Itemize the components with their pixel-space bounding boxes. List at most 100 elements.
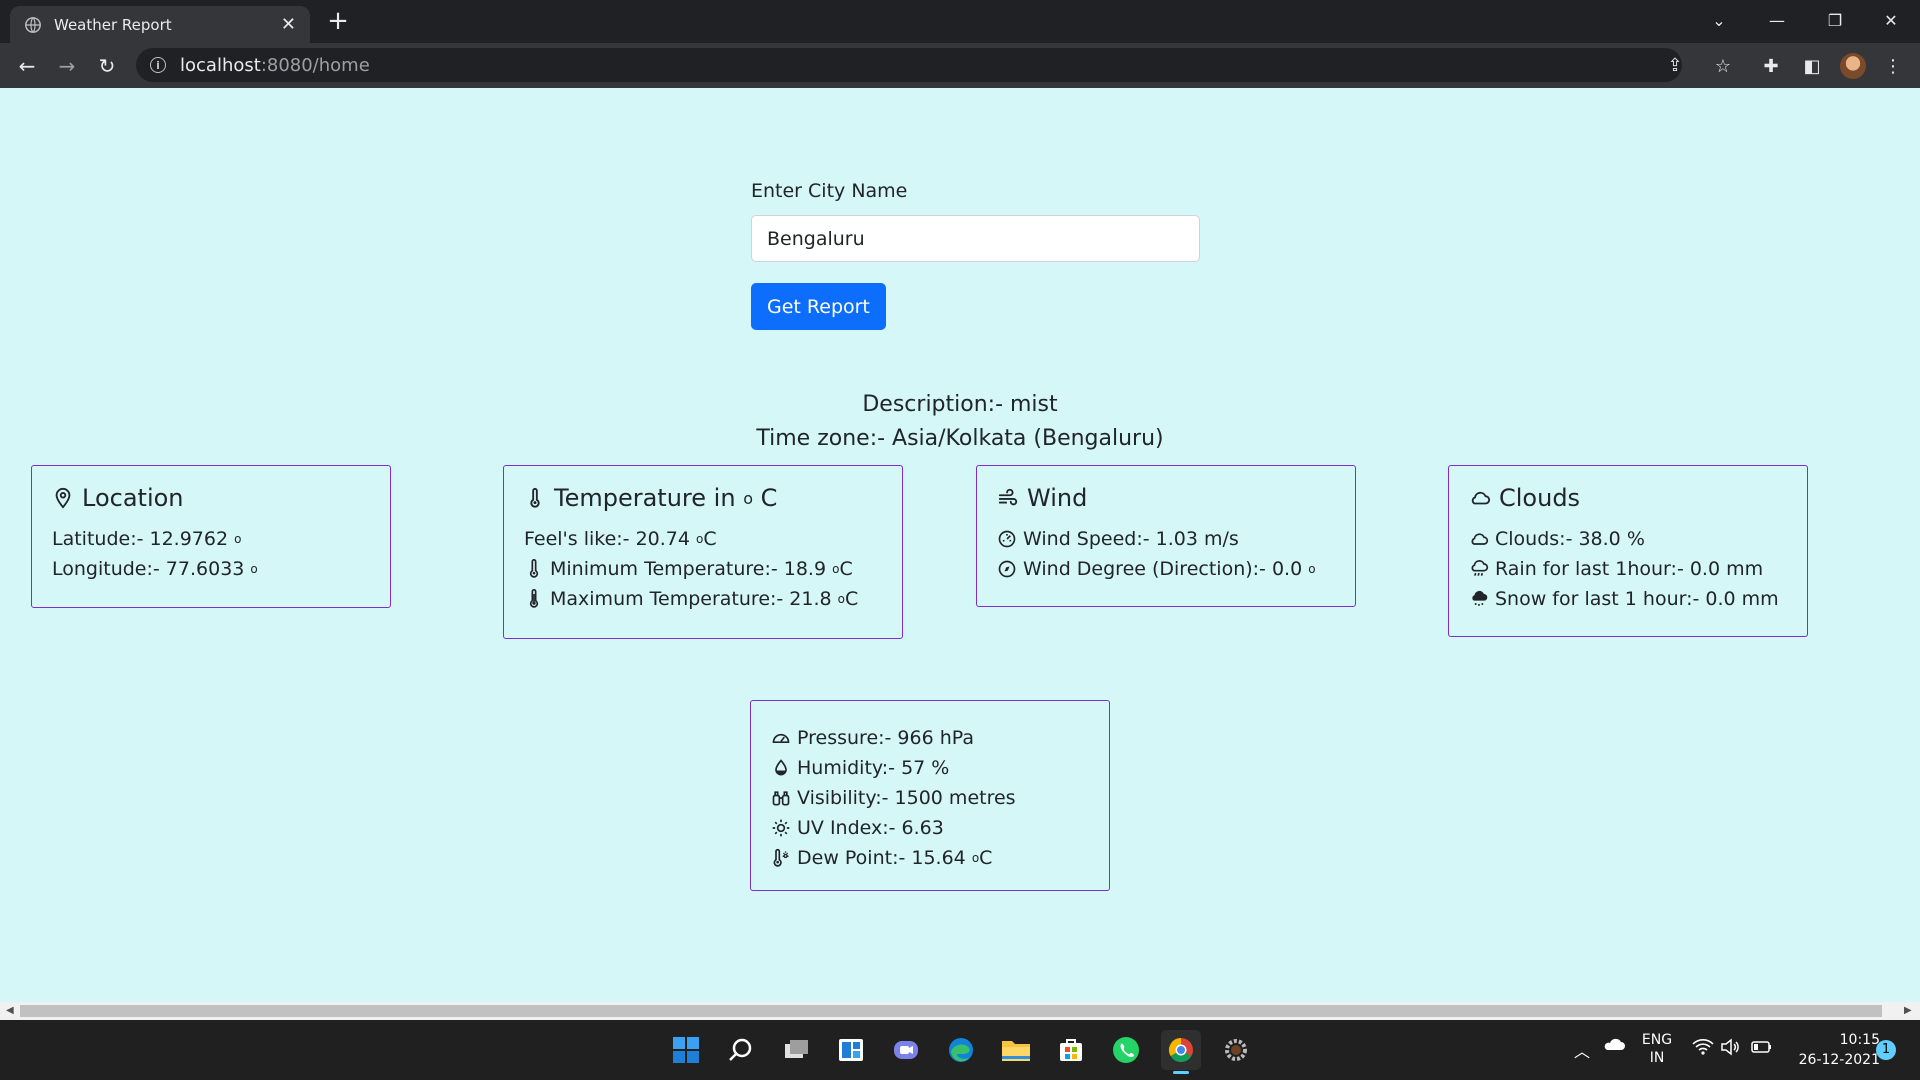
close-window-button[interactable]: ✕ [1862,0,1920,40]
temperature-title-unit: C [760,484,778,512]
dew-row: Dew Point:- 15.64 oC [771,843,1089,873]
unit-text: C [979,847,993,869]
location-card-title: Location [52,484,370,512]
unit-text: C [845,588,859,610]
humidity-text: Humidity:- 57 % [797,757,950,779]
new-tab-button[interactable]: + [325,7,351,35]
longitude-text: Longitude:- 77.6033 [52,558,245,580]
file-explorer-icon[interactable] [996,1030,1036,1070]
latitude-text: Latitude:- 12.9762 [52,528,229,550]
degree-symbol: o [696,532,704,546]
active-indicator [1173,1071,1189,1074]
unit-text: C [839,558,853,580]
unit-text: C [703,528,717,550]
snow-text: Snow for last 1 hour:- 0.0 mm [1495,588,1779,610]
onedrive-icon[interactable] [1602,1034,1626,1056]
uv-text: UV Index:- 6.63 [797,817,944,839]
teams-chat-icon[interactable] [886,1030,926,1070]
min-temp-text: Minimum Temperature:- 18.9 [550,558,827,580]
tab-close-icon[interactable]: ✕ [281,14,296,35]
task-view-icon[interactable] [776,1030,816,1070]
profile-avatar[interactable] [1840,53,1866,79]
scroll-right-arrow[interactable]: ▶ [1904,1005,1912,1016]
bookmark-star-icon[interactable]: ☆ [1708,52,1738,80]
minimize-button[interactable]: — [1748,0,1806,40]
volume-icon[interactable] [1720,1038,1742,1060]
degree-symbol: o [971,851,980,865]
language-indicator[interactable]: ENG IN [1640,1031,1674,1067]
thermometer-low-icon [529,559,539,578]
restore-button[interactable]: ❐ [1806,0,1864,40]
droplet-icon [775,759,787,776]
wind-title-text: Wind [1027,484,1088,512]
thermometer-high-icon [529,589,539,608]
clouds-text: Clouds:- 38.0 % [1495,528,1645,550]
visibility-row: Visibility:- 1500 metres [771,783,1089,813]
speedometer-icon [998,530,1016,548]
side-panel-icon[interactable]: ◧ [1797,52,1827,80]
binoculars-icon [772,791,790,806]
min-temp-row: Minimum Temperature:- 18.9 oC [524,554,882,584]
address-bar[interactable]: i localhost:8080/home ⇪ [136,48,1683,82]
extensions-icon[interactable]: ✚ [1756,52,1786,80]
clouds-row: Clouds:- 38.0 % [1469,524,1787,554]
whatsapp-icon[interactable] [1106,1030,1146,1070]
scroll-left-arrow[interactable]: ◀ [6,1005,14,1016]
wifi-icon[interactable] [1692,1038,1714,1060]
feels-like-row: Feel's like:- 20.74 oC [524,524,882,554]
wind-speed-row: Wind Speed:- 1.03 m/s [997,524,1335,554]
url-host: localhost [180,54,261,76]
battery-icon[interactable] [1750,1038,1774,1060]
settings-gear-icon[interactable] [1216,1030,1256,1070]
notification-badge[interactable]: 1 [1876,1040,1896,1060]
horizontal-scrollbar[interactable]: ◀ ▶ [0,1002,1920,1020]
edge-icon[interactable] [941,1030,981,1070]
rain-row: Rain for last 1hour:- 0.0 mm [1469,554,1787,584]
pressure-text: Pressure:- 966 hPa [797,727,975,749]
clock-time: 10:15 [1839,1032,1880,1048]
tab-search-icon[interactable]: ⌄ [1690,0,1748,40]
windows-taskbar: ︿ ENG IN 10:15 26-12-2021 1 [0,1020,1920,1080]
scrollbar-thumb[interactable] [20,1005,1882,1017]
location-card: Location Latitude:- 12.9762 o Longitude:… [31,465,391,608]
share-icon[interactable]: ⇪ [1664,54,1686,76]
thermometer-sun-icon [773,848,789,867]
browser-toolbar: ← → ↻ i localhost:8080/home ⇪ [0,43,1920,88]
clouds-card-title: Clouds [1469,484,1787,512]
url-path: :8080/home [260,54,370,76]
feels-like-text: Feel's like:- 20.74 [524,528,690,550]
snow-row: Snow for last 1 hour:- 0.0 mm [1469,584,1787,614]
city-label: Enter City Name [751,180,908,202]
wind-card-title: Wind [997,484,1335,512]
forward-icon[interactable]: → [52,51,82,81]
city-input[interactable] [751,215,1200,262]
degree-symbol: o [743,488,753,508]
clouds-title-text: Clouds [1499,484,1581,512]
show-hidden-icons[interactable]: ︿ [1574,1038,1590,1062]
max-temp-text: Maximum Temperature:- 21.8 [550,588,832,610]
page-content: Enter City Name Get Report Description:-… [0,88,1920,1002]
microsoft-store-icon[interactable] [1051,1030,1091,1070]
reload-icon[interactable]: ↻ [92,51,122,81]
degree-symbol: o [837,592,846,606]
temperature-card-title: Temperature in o C [524,484,882,512]
clouds-card: Clouds Clouds:- 38.0 % Rain for last 1ho… [1448,465,1808,637]
dew-text: Dew Point:- 15.64 [797,847,966,869]
browser-tab-bar: Weather Report ✕ + ⌄ — ❐ ✕ [0,0,1920,43]
search-icon[interactable] [721,1030,761,1070]
wind-card: Wind Wind Speed:- 1.03 m/s Wind Degree (… [976,465,1356,607]
back-icon[interactable]: ← [12,51,42,81]
pressure-row: Pressure:- 966 hPa [771,723,1089,753]
map-pin-icon [55,487,71,509]
menu-icon[interactable]: ⋮ [1878,52,1908,80]
get-report-button[interactable]: Get Report [751,283,886,330]
clock[interactable]: 10:15 26-12-2021 [1790,1030,1880,1070]
browser-tab[interactable]: Weather Report ✕ [10,6,310,43]
site-info-icon[interactable]: i [150,57,166,73]
start-icon[interactable] [666,1030,706,1070]
language-bottom: IN [1649,1050,1665,1066]
cloud-rain-icon [1471,560,1489,576]
widgets-icon[interactable] [831,1030,871,1070]
longitude-row: Longitude:- 77.6033 o [52,554,370,584]
chrome-icon[interactable] [1161,1030,1201,1074]
